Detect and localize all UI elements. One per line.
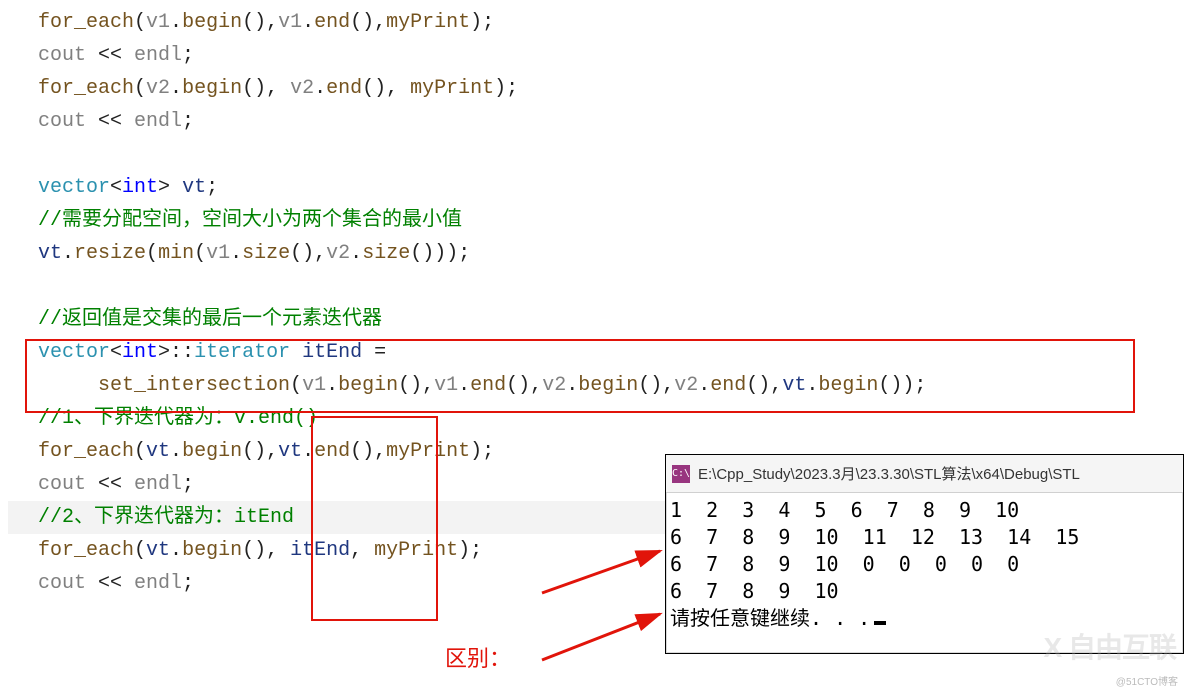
cursor-icon [874, 621, 886, 625]
console-row: 6 7 8 9 10 [670, 578, 1179, 605]
console-output: 1 2 3 4 5 6 7 8 9 10 6 7 8 9 10 11 12 13… [666, 493, 1183, 636]
code-line: vector<int> vt; [8, 171, 1176, 204]
console-window[interactable]: C:\ E:\Cpp_Study\2023.3月\23.3.30\STL算法\x… [665, 454, 1184, 654]
code-line: for_each(v2.begin(), v2.end(), myPrint); [8, 72, 1176, 105]
code-line: cout << endl; [8, 39, 1176, 72]
console-row: 6 7 8 9 10 11 12 13 14 15 [670, 524, 1179, 551]
code-comment: //需要分配空间，空间大小为两个集合的最小值 [8, 204, 1176, 237]
console-row: 1 2 3 4 5 6 7 8 9 10 [670, 497, 1179, 524]
code-line [8, 138, 1176, 171]
code-line: cout << endl; [8, 105, 1176, 138]
watermark-text: @51CTO博客 [1116, 673, 1178, 688]
console-icon: C:\ [672, 465, 690, 483]
code-line: set_intersection(v1.begin(),v1.end(),v2.… [8, 369, 1176, 402]
code-line: vt.resize(min(v1.size(),v2.size())); [8, 237, 1176, 270]
arrow-icon [540, 608, 670, 666]
console-title-text: E:\Cpp_Study\2023.3月\23.3.30\STL算法\x64\D… [698, 463, 1080, 484]
console-row: 6 7 8 9 10 0 0 0 0 0 [670, 551, 1179, 578]
code-line [8, 270, 1176, 303]
code-comment: //返回值是交集的最后一个元素迭代器 [8, 303, 1176, 336]
code-line: for_each(v1.begin(),v1.end(),myPrint); [8, 6, 1176, 39]
console-row: 请按任意键继续. . . [670, 605, 1179, 632]
code-comment: //1、下界迭代器为：v.end() [8, 402, 1176, 435]
diff-label: 区别： [445, 641, 511, 673]
console-titlebar[interactable]: C:\ E:\Cpp_Study\2023.3月\23.3.30\STL算法\x… [666, 455, 1183, 493]
code-line: vector<int>::iterator itEnd = [8, 336, 1176, 369]
